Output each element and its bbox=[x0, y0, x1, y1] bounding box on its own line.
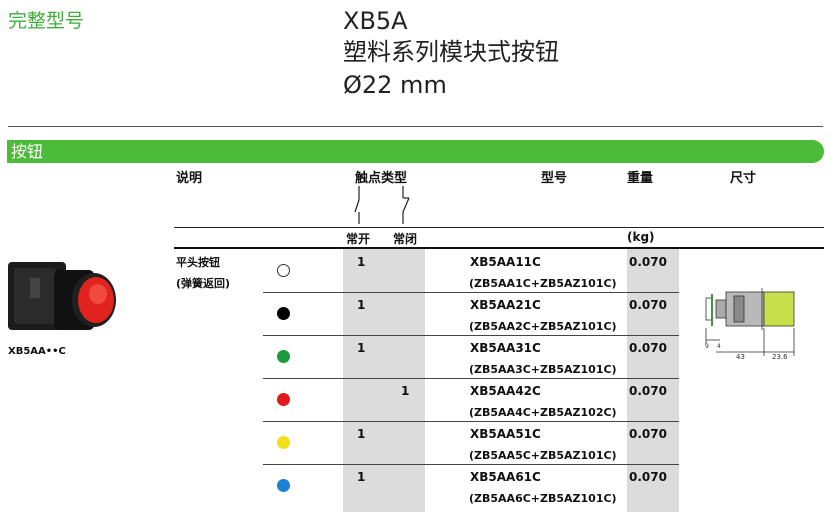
contact-column-bg bbox=[343, 248, 425, 512]
dim-c: 43 bbox=[736, 353, 745, 361]
table-body-rule bbox=[174, 247, 824, 249]
no-contact-count: 1 bbox=[357, 298, 366, 312]
product-label: XB5AA••C bbox=[8, 346, 66, 357]
component-parts: (ZB5AA2C+ZB5AZ101C) bbox=[469, 320, 617, 333]
model-number: XB5AA21C bbox=[470, 298, 541, 312]
no-contact-count: 1 bbox=[357, 427, 366, 441]
push-button-photo bbox=[8, 262, 116, 330]
component-parts: (ZB5AA5C+ZB5AZ101C) bbox=[469, 449, 617, 462]
contact-symbols-icon bbox=[354, 186, 410, 224]
product-family: 塑料系列模块式按钮 bbox=[343, 38, 559, 66]
color-dot-icon bbox=[277, 264, 290, 277]
no-contact-count: 1 bbox=[357, 341, 366, 355]
subheader-nc: 常闭 bbox=[393, 232, 418, 246]
section-title: 按钮 bbox=[11, 142, 44, 161]
weight-value: 0.070 bbox=[629, 427, 667, 441]
header-divider bbox=[8, 126, 823, 127]
weight-value: 0.070 bbox=[629, 384, 667, 398]
color-dot-icon bbox=[277, 350, 290, 363]
col-header-model: 型号 bbox=[541, 171, 568, 186]
col-header-contact-type: 触点类型 bbox=[355, 171, 408, 186]
weight-value: 0.070 bbox=[629, 255, 667, 269]
dim-b: 4 bbox=[717, 343, 721, 350]
subheader-weight-unit: (kg) bbox=[627, 230, 655, 244]
component-parts: (ZB5AA6C+ZB5AZ101C) bbox=[469, 492, 617, 505]
row-separator bbox=[263, 464, 679, 465]
color-dot-icon bbox=[277, 307, 290, 320]
model-number: XB5AA51C bbox=[470, 427, 541, 441]
no-contact-count: 1 bbox=[357, 470, 366, 484]
color-dot-icon bbox=[277, 393, 290, 406]
col-header-size: 尺寸 bbox=[730, 171, 757, 186]
nc-contact-count: 1 bbox=[401, 384, 410, 398]
model-number: XB5AA61C bbox=[470, 470, 541, 484]
model-number: XB5AA42C bbox=[470, 384, 541, 398]
description-line1: 平头按钮 bbox=[176, 256, 220, 269]
row-separator bbox=[263, 378, 679, 379]
row-separator bbox=[263, 292, 679, 293]
col-header-description: 说明 bbox=[176, 171, 203, 186]
description-line2: (弹簧返回) bbox=[176, 277, 231, 290]
component-parts: (ZB5AA1C+ZB5AZ101C) bbox=[469, 277, 617, 290]
col-header-weight: 重量 bbox=[627, 171, 654, 186]
dimension-drawing: 9 4 43 23.6 bbox=[705, 288, 795, 361]
section-bar bbox=[7, 140, 824, 163]
component-parts: (ZB5AA4C+ZB5AZ102C) bbox=[469, 406, 617, 419]
dim-a: 9 bbox=[705, 343, 709, 350]
dim-d: 23.6 bbox=[772, 353, 788, 361]
row-separator bbox=[263, 335, 679, 336]
weight-value: 0.070 bbox=[629, 470, 667, 484]
color-dot-icon bbox=[277, 436, 290, 449]
table-header-rule bbox=[174, 227, 824, 228]
weight-value: 0.070 bbox=[629, 298, 667, 312]
row-separator bbox=[263, 421, 679, 422]
color-dot-icon bbox=[277, 479, 290, 492]
subheader-no: 常开 bbox=[346, 232, 371, 246]
model-number: XB5AA31C bbox=[470, 341, 541, 355]
component-parts: (ZB5AA3C+ZB5AZ101C) bbox=[469, 363, 617, 376]
product-diameter: Ø22 mm bbox=[343, 71, 447, 99]
page-subtitle: 完整型号 bbox=[8, 10, 85, 32]
no-contact-count: 1 bbox=[357, 255, 366, 269]
product-series: XB5A bbox=[343, 7, 408, 35]
model-number: XB5AA11C bbox=[470, 255, 541, 269]
weight-value: 0.070 bbox=[629, 341, 667, 355]
